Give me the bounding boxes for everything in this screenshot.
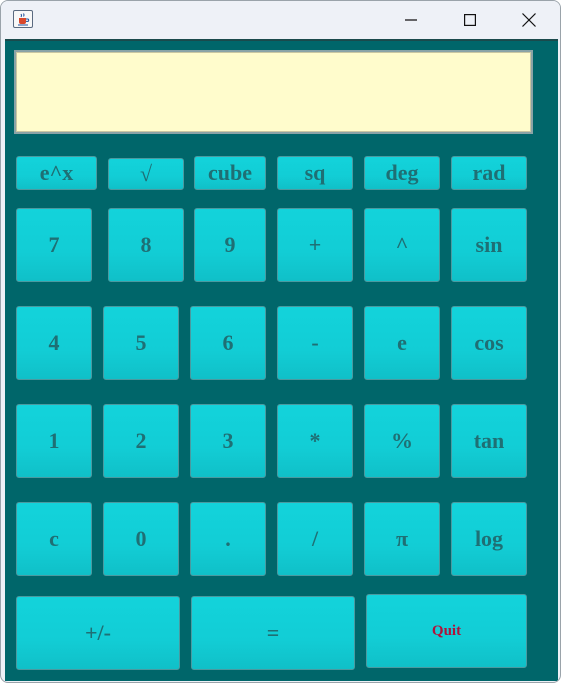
- digit-6-button[interactable]: 6: [190, 306, 266, 380]
- divide-button[interactable]: /: [277, 502, 353, 576]
- log-button[interactable]: log: [451, 502, 527, 576]
- close-button[interactable]: [500, 1, 558, 39]
- percent-button[interactable]: %: [364, 404, 440, 478]
- degree-button[interactable]: deg: [364, 156, 440, 190]
- tan-button[interactable]: tan: [451, 404, 527, 478]
- digit-0-button[interactable]: 0: [103, 502, 179, 576]
- clear-button[interactable]: c: [16, 502, 92, 576]
- quit-button[interactable]: Quit: [366, 594, 527, 668]
- cos-button[interactable]: cos: [451, 306, 527, 380]
- java-cup-icon[interactable]: [13, 10, 33, 28]
- radian-button[interactable]: rad: [451, 156, 527, 190]
- add-button[interactable]: +: [277, 208, 353, 282]
- sqrt-button[interactable]: √: [108, 158, 184, 190]
- pi-button[interactable]: π: [364, 502, 440, 576]
- decimal-button[interactable]: .: [190, 502, 266, 576]
- display-field[interactable]: [14, 50, 533, 134]
- square-button[interactable]: sq: [277, 156, 353, 190]
- digit-2-button[interactable]: 2: [103, 404, 179, 478]
- multiply-button[interactable]: *: [277, 404, 353, 478]
- minimize-button[interactable]: [382, 1, 440, 39]
- digit-7-button[interactable]: 7: [16, 208, 92, 282]
- exp-button[interactable]: e^x: [16, 156, 97, 190]
- subtract-button[interactable]: -: [277, 306, 353, 380]
- e-constant-button[interactable]: e: [364, 306, 440, 380]
- digit-8-button[interactable]: 8: [108, 208, 184, 282]
- digit-4-button[interactable]: 4: [16, 306, 92, 380]
- digit-3-button[interactable]: 3: [190, 404, 266, 478]
- digit-5-button[interactable]: 5: [103, 306, 179, 380]
- minimize-icon: [405, 19, 417, 21]
- cube-button[interactable]: cube: [194, 156, 266, 190]
- close-icon: [522, 13, 536, 27]
- power-button[interactable]: ^: [364, 208, 440, 282]
- digit-9-button[interactable]: 9: [194, 208, 266, 282]
- equals-button[interactable]: =: [191, 596, 355, 670]
- title-bar[interactable]: [1, 1, 560, 39]
- calculator-panel: e^x √ cube sq deg rad 7 8 9 + ^ sin 4 5 …: [5, 39, 558, 681]
- negate-button[interactable]: +/-: [16, 596, 180, 670]
- sin-button[interactable]: sin: [451, 208, 527, 282]
- maximize-icon: [464, 14, 476, 26]
- maximize-button[interactable]: [441, 1, 499, 39]
- calculator-window: e^x √ cube sq deg rad 7 8 9 + ^ sin 4 5 …: [0, 0, 561, 683]
- digit-1-button[interactable]: 1: [16, 404, 92, 478]
